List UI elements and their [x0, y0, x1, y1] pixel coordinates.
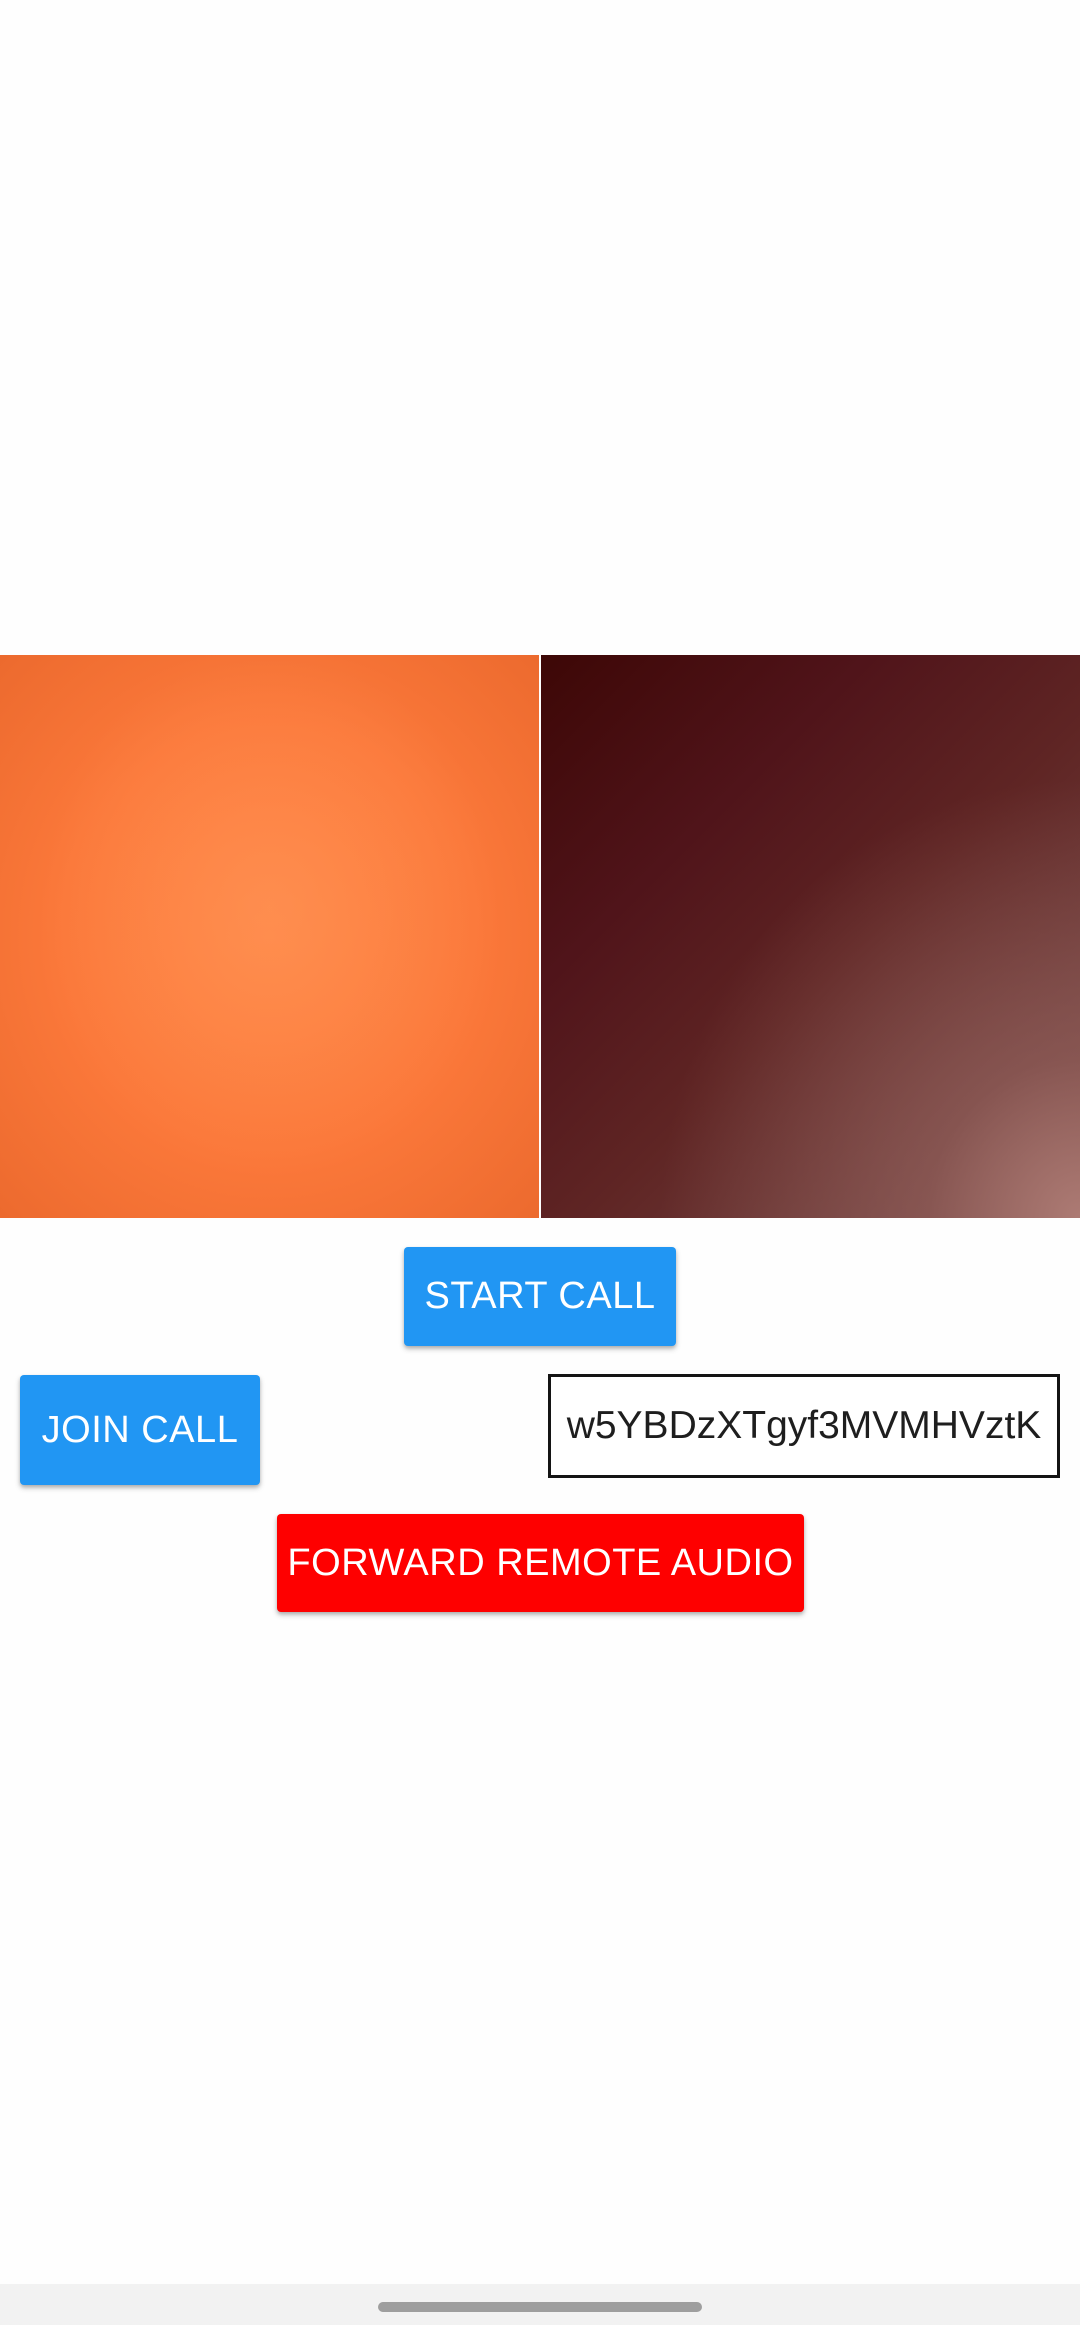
call-id-input[interactable] — [548, 1374, 1060, 1478]
join-call-button[interactable]: JOIN CALL — [20, 1375, 260, 1485]
home-gesture-handle[interactable] — [378, 2302, 702, 2312]
call-screen: START CALL JOIN CALL FORWARD REMOTE AUDI… — [0, 0, 1080, 2325]
system-navigation-bar — [0, 2284, 1080, 2325]
start-call-button[interactable]: START CALL — [404, 1247, 676, 1346]
remote-video-view — [541, 655, 1080, 1218]
local-video-view — [0, 655, 539, 1218]
forward-remote-audio-button[interactable]: FORWARD REMOTE AUDIO — [277, 1514, 804, 1612]
